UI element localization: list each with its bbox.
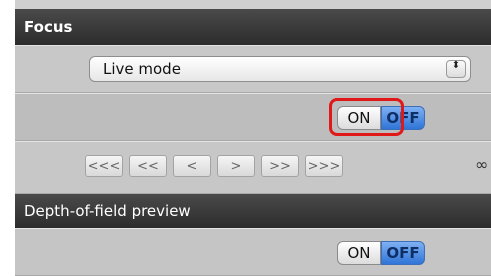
select-arrows-icon: ⬍ bbox=[446, 60, 466, 78]
infinity-icon: ∞ bbox=[475, 155, 489, 174]
focus-stepper-row: <<< << < > >> >>> ∞ bbox=[15, 141, 491, 194]
dof-on-button[interactable]: ON bbox=[337, 241, 381, 265]
focus-panel: Focus Live mode ⬍ ON OFF <<< << < > >> >… bbox=[15, 0, 491, 276]
focus-near-large-button[interactable]: <<< bbox=[85, 155, 123, 177]
focus-stepper: <<< << < > >> >>> bbox=[85, 155, 343, 177]
focus-near-small-button[interactable]: < bbox=[173, 155, 211, 177]
af-toggle-row: ON OFF bbox=[15, 93, 491, 141]
focus-near-medium-button[interactable]: << bbox=[129, 155, 167, 177]
focus-far-small-button[interactable]: > bbox=[217, 155, 255, 177]
dof-header: Depth-of-field preview bbox=[15, 194, 491, 228]
focus-far-medium-button[interactable]: >> bbox=[261, 155, 299, 177]
dof-toggle-row: ON OFF bbox=[15, 228, 491, 276]
focus-mode-value: Live mode bbox=[103, 60, 181, 78]
on-button-highlight bbox=[329, 98, 404, 136]
dof-off-button[interactable]: OFF bbox=[381, 241, 425, 265]
focus-mode-select[interactable]: Live mode ⬍ bbox=[89, 56, 471, 82]
dof-title: Depth-of-field preview bbox=[24, 202, 191, 220]
focus-mode-row: Live mode ⬍ bbox=[15, 45, 491, 93]
focus-title: Focus bbox=[24, 18, 73, 36]
focus-header: Focus bbox=[15, 9, 491, 45]
dof-toggle[interactable]: ON OFF bbox=[337, 241, 425, 265]
focus-far-large-button[interactable]: >>> bbox=[305, 155, 343, 177]
